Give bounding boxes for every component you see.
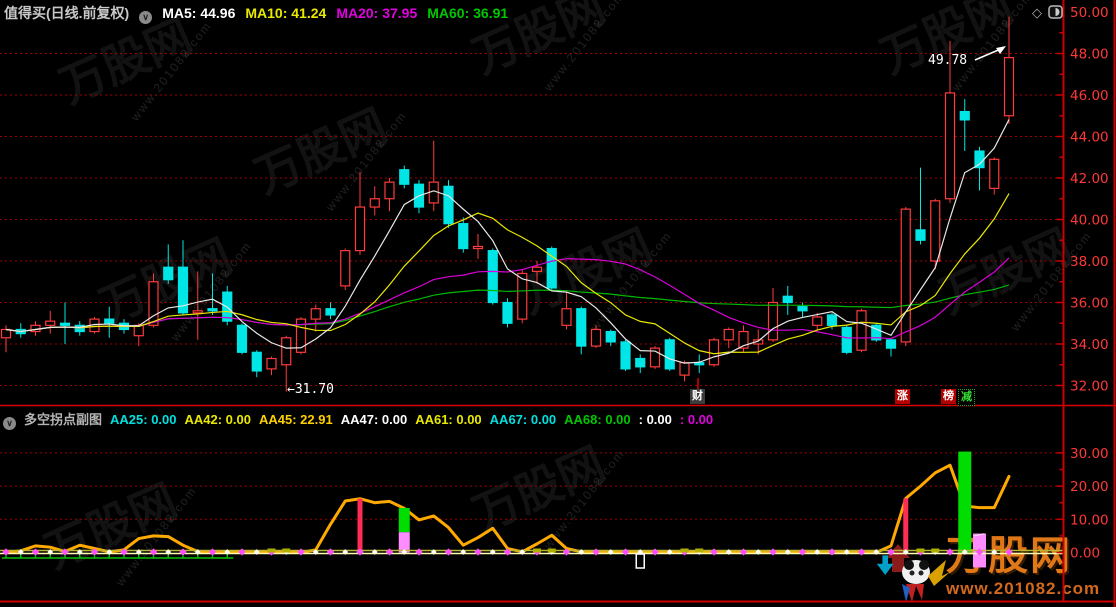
security-title: 值得买(日线.前复权)	[4, 5, 129, 21]
extra-value-white: : 0.00	[639, 412, 672, 427]
pane-control-icons: ◇	[1032, 4, 1063, 22]
event-label-bang[interactable]: 榜	[941, 389, 956, 404]
event-label-jian[interactable]: 减	[958, 389, 975, 406]
price-axis-label: 48.00	[1070, 47, 1109, 63]
aa47-value: AA47: 0.00	[341, 412, 407, 427]
price-axis-label: 38.00	[1070, 254, 1109, 270]
price-axis-label: 36.00	[1070, 296, 1109, 312]
indicator-axis-label: 10.00	[1070, 512, 1109, 528]
event-label-cai[interactable]: 财	[690, 389, 705, 404]
indicator-axis-label: 0.00	[1070, 546, 1100, 562]
price-axis-label: 42.00	[1070, 171, 1109, 187]
event-label-zhang[interactable]: 涨	[895, 389, 910, 404]
price-axis-label: 34.00	[1070, 337, 1109, 353]
price-axis-label: 32.00	[1070, 379, 1109, 395]
aa42-value: AA42: 0.00	[185, 412, 251, 427]
indicator-title: 多空拐点副图	[24, 412, 102, 427]
chart-canvas: 50.00 48.00 46.00 44.00 42.00 40.00 38.00 36.00…	[0, 0, 1116, 607]
extra-value-magenta: : 0.00	[680, 412, 713, 427]
indicator-axis-label: 20.00	[1070, 479, 1109, 495]
pane-layout-icon[interactable]	[1048, 5, 1063, 19]
ma5-value: MA5: 44.96	[162, 5, 235, 21]
aa68-value: AA68: 0.00	[564, 412, 630, 427]
chevron-down-icon[interactable]: ∨	[139, 11, 152, 24]
main-chart-header: 值得买(日线.前复权) ∨ MA5: 44.96 MA10: 41.24 MA20: 3…	[4, 3, 518, 24]
aa45-value: AA45: 22.91	[259, 412, 333, 427]
high-price-annotation: 49.78	[928, 53, 967, 68]
ma60-value: MA60: 36.91	[427, 5, 508, 21]
price-axis-label: 50.00	[1070, 5, 1109, 21]
price-axis-label: 44.00	[1070, 130, 1109, 146]
aa67-value: AA67: 0.00	[490, 412, 556, 427]
low-price-annotation: ←31.70	[287, 382, 334, 397]
sub-chart-header: ∨ 多空拐点副图 AA25: 0.00 AA42: 0.00 AA45: 22.91 AA…	[3, 409, 721, 430]
aa61-value: AA61: 0.00	[415, 412, 481, 427]
stock-chart-window: { "header": { "title": "值得买(日线.前复权)", "m…	[0, 0, 1116, 607]
ma10-value: MA10: 41.24	[245, 5, 326, 21]
ma20-value: MA20: 37.95	[336, 5, 417, 21]
aa25-value: AA25: 0.00	[110, 412, 176, 427]
sub-chevron-down-icon[interactable]: ∨	[3, 417, 16, 430]
diamond-icon[interactable]: ◇	[1032, 5, 1042, 20]
price-axis-label: 40.00	[1070, 213, 1109, 229]
indicator-axis-label: 30.00	[1070, 446, 1109, 462]
price-axis-label: 46.00	[1070, 88, 1109, 104]
